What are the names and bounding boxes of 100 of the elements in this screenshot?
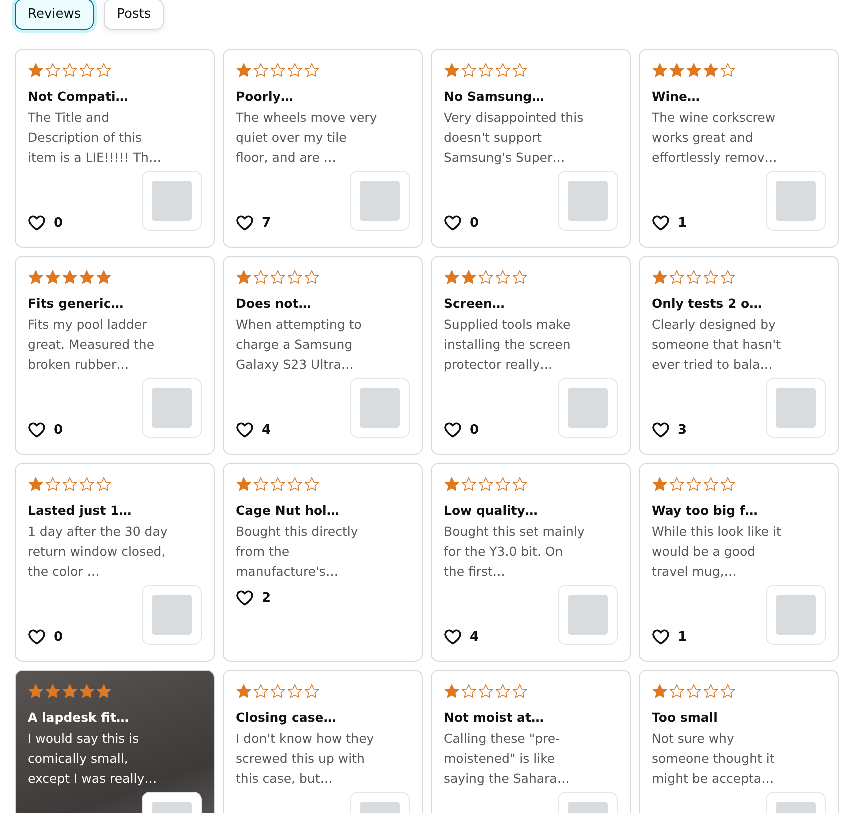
heart-icon[interactable] [444, 629, 462, 645]
heart-icon[interactable] [236, 215, 254, 231]
star-icon [461, 62, 477, 78]
product-thumbnail[interactable] [766, 585, 826, 645]
star-icon [512, 684, 528, 698]
review-title: Fits generic… [28, 295, 125, 313]
star-icon [287, 62, 303, 78]
review-text: I don't know how they screwed this up with this case, but… [236, 730, 376, 788]
heart-icon[interactable] [28, 215, 46, 231]
heart-icon[interactable] [652, 629, 670, 645]
star-icon [444, 62, 460, 78]
review-title: No Samsung… [444, 88, 546, 106]
review-text: When attempting to charge a Samsung Galaxy S23 Ultra… [236, 316, 363, 374]
review-card[interactable]: Cage Nut hol… Bought this directly from the manufacture's… 2 [223, 463, 423, 662]
review-card[interactable]: No Samsung… Very disappointed this doesn't support Samsung's Super… 0 [431, 49, 631, 248]
review-text: Bought this set mainly for the Y3.0 bit. On the first… [444, 523, 586, 581]
star-icon [703, 684, 719, 698]
star-icon [253, 270, 269, 284]
star-icon [495, 684, 511, 698]
star-icon [96, 476, 112, 492]
star-icon [461, 476, 477, 492]
like-count: 4 [262, 422, 272, 438]
star-icon [79, 62, 95, 78]
review-card[interactable]: Not moist at… Calling these "pre-moistened" is like saying the Sahara… [431, 670, 631, 813]
review-card[interactable]: Poorly… The wheels move very quiet over my tile floor, and are … 7 [223, 49, 423, 248]
review-title: Wine… [652, 88, 701, 106]
heart-icon[interactable] [444, 422, 462, 438]
review-text: The wheels move very quiet over my tile floor, and are … [236, 109, 378, 167]
review-card[interactable]: Screen… Supplied tools make installing the screen protector really… 0 [431, 256, 631, 455]
review-card[interactable]: Low quality… Bought this set mainly for the Y3.0 bit. On the first… 4 [431, 463, 631, 662]
product-thumbnail[interactable] [350, 378, 410, 438]
star-icon [686, 270, 702, 284]
product-thumbnail[interactable] [350, 171, 410, 231]
review-text: While this look like it would be a good travel mug,… [652, 523, 782, 581]
product-thumbnail[interactable] [142, 585, 202, 645]
star-icon [28, 684, 44, 698]
star-icon [96, 684, 112, 698]
review-card[interactable]: Not Compati… The Title and Description of this item is a LIE!!!!! Th… 0 [15, 49, 215, 248]
star-icon [495, 270, 511, 284]
product-thumbnail[interactable] [558, 585, 618, 645]
like-count: 0 [54, 422, 64, 438]
heart-icon[interactable] [236, 590, 254, 606]
star-icon [512, 476, 528, 492]
review-card[interactable]: Way too big f… While this look like it would be a good travel mug,… 1 [639, 463, 839, 662]
review-card[interactable]: Fits generic… Fits my pool ladder great. Measured the broken rubber… 0 [15, 256, 215, 455]
review-card[interactable]: Lasted just 1… 1 day after the 30 day return window closed, the color … 0 [15, 463, 215, 662]
star-icon [686, 684, 702, 698]
heart-icon[interactable] [444, 215, 462, 231]
star-icon [686, 62, 702, 78]
star-icon [270, 684, 286, 698]
star-icon [495, 62, 511, 78]
product-thumbnail[interactable] [558, 171, 618, 231]
like-count: 7 [262, 216, 272, 230]
star-icon [444, 270, 460, 284]
review-card[interactable]: Only tests 2 o… Clearly designed by someone that hasn't ever tried to bala… 3 [639, 256, 839, 455]
review-title: Poorly… [236, 88, 294, 106]
review-text: 1 day after the 30 day return window closed, the color … [28, 523, 169, 581]
heart-icon[interactable] [652, 215, 670, 231]
star-icon [703, 270, 719, 284]
review-text: The Title and Description of this item is a LIE!!!!! Th… [28, 109, 162, 167]
star-icon [478, 270, 494, 284]
star-icon [478, 62, 494, 78]
star-icon [444, 684, 460, 698]
review-card[interactable]: Does not… When attempting to charge a Samsung Galaxy S23 Ultra… 4 [223, 256, 423, 455]
star-icon [270, 62, 286, 78]
heart-icon[interactable] [28, 629, 46, 645]
star-icon [236, 684, 252, 698]
tab[interactable]: Posts [104, 0, 164, 30]
review-card[interactable]: Too small Not sure why someone thought it might be accepta… [639, 670, 839, 813]
star-icon [478, 476, 494, 492]
product-thumbnail[interactable] [558, 378, 618, 438]
review-title: Not moist at… [444, 709, 545, 727]
star-icon [669, 62, 685, 78]
star-icon [686, 476, 702, 492]
heart-icon[interactable] [28, 422, 46, 438]
star-icon [703, 476, 719, 492]
review-card[interactable]: Closing case… I don't know how they screwed this up with this case, but… [223, 670, 423, 813]
review-text: Very disappointed this doesn't support Samsung's Super… [444, 109, 585, 167]
review-title: Not Compati… [28, 88, 130, 106]
heart-icon[interactable] [652, 422, 670, 438]
star-icon [79, 476, 95, 492]
star-icon [669, 476, 685, 492]
product-thumbnail[interactable] [142, 171, 202, 231]
star-icon [669, 684, 685, 698]
star-icon [720, 476, 736, 492]
heart-icon[interactable] [236, 422, 254, 438]
review-card[interactable]: Wine… The wine corkscrew works great and effortlessly remov… 1 [639, 49, 839, 248]
photo-review-card[interactable]: A lapdesk fit… I would say this is comically small, except I was really… [15, 670, 215, 813]
review-text: I would say this is comically small, except I was really… [28, 730, 158, 788]
review-title: A lapdesk fit… [28, 709, 130, 727]
review-title: Screen… [444, 295, 506, 313]
review-title: Lasted just 1… [28, 502, 133, 520]
tab[interactable]: Reviews [15, 0, 94, 30]
star-icon [45, 476, 61, 492]
product-thumbnail[interactable] [142, 378, 202, 438]
product-thumbnail[interactable] [766, 378, 826, 438]
star-icon [62, 270, 78, 284]
product-thumbnail[interactable] [766, 171, 826, 231]
review-title: Cage Nut hol… [236, 502, 340, 520]
like-count: 0 [54, 630, 64, 644]
